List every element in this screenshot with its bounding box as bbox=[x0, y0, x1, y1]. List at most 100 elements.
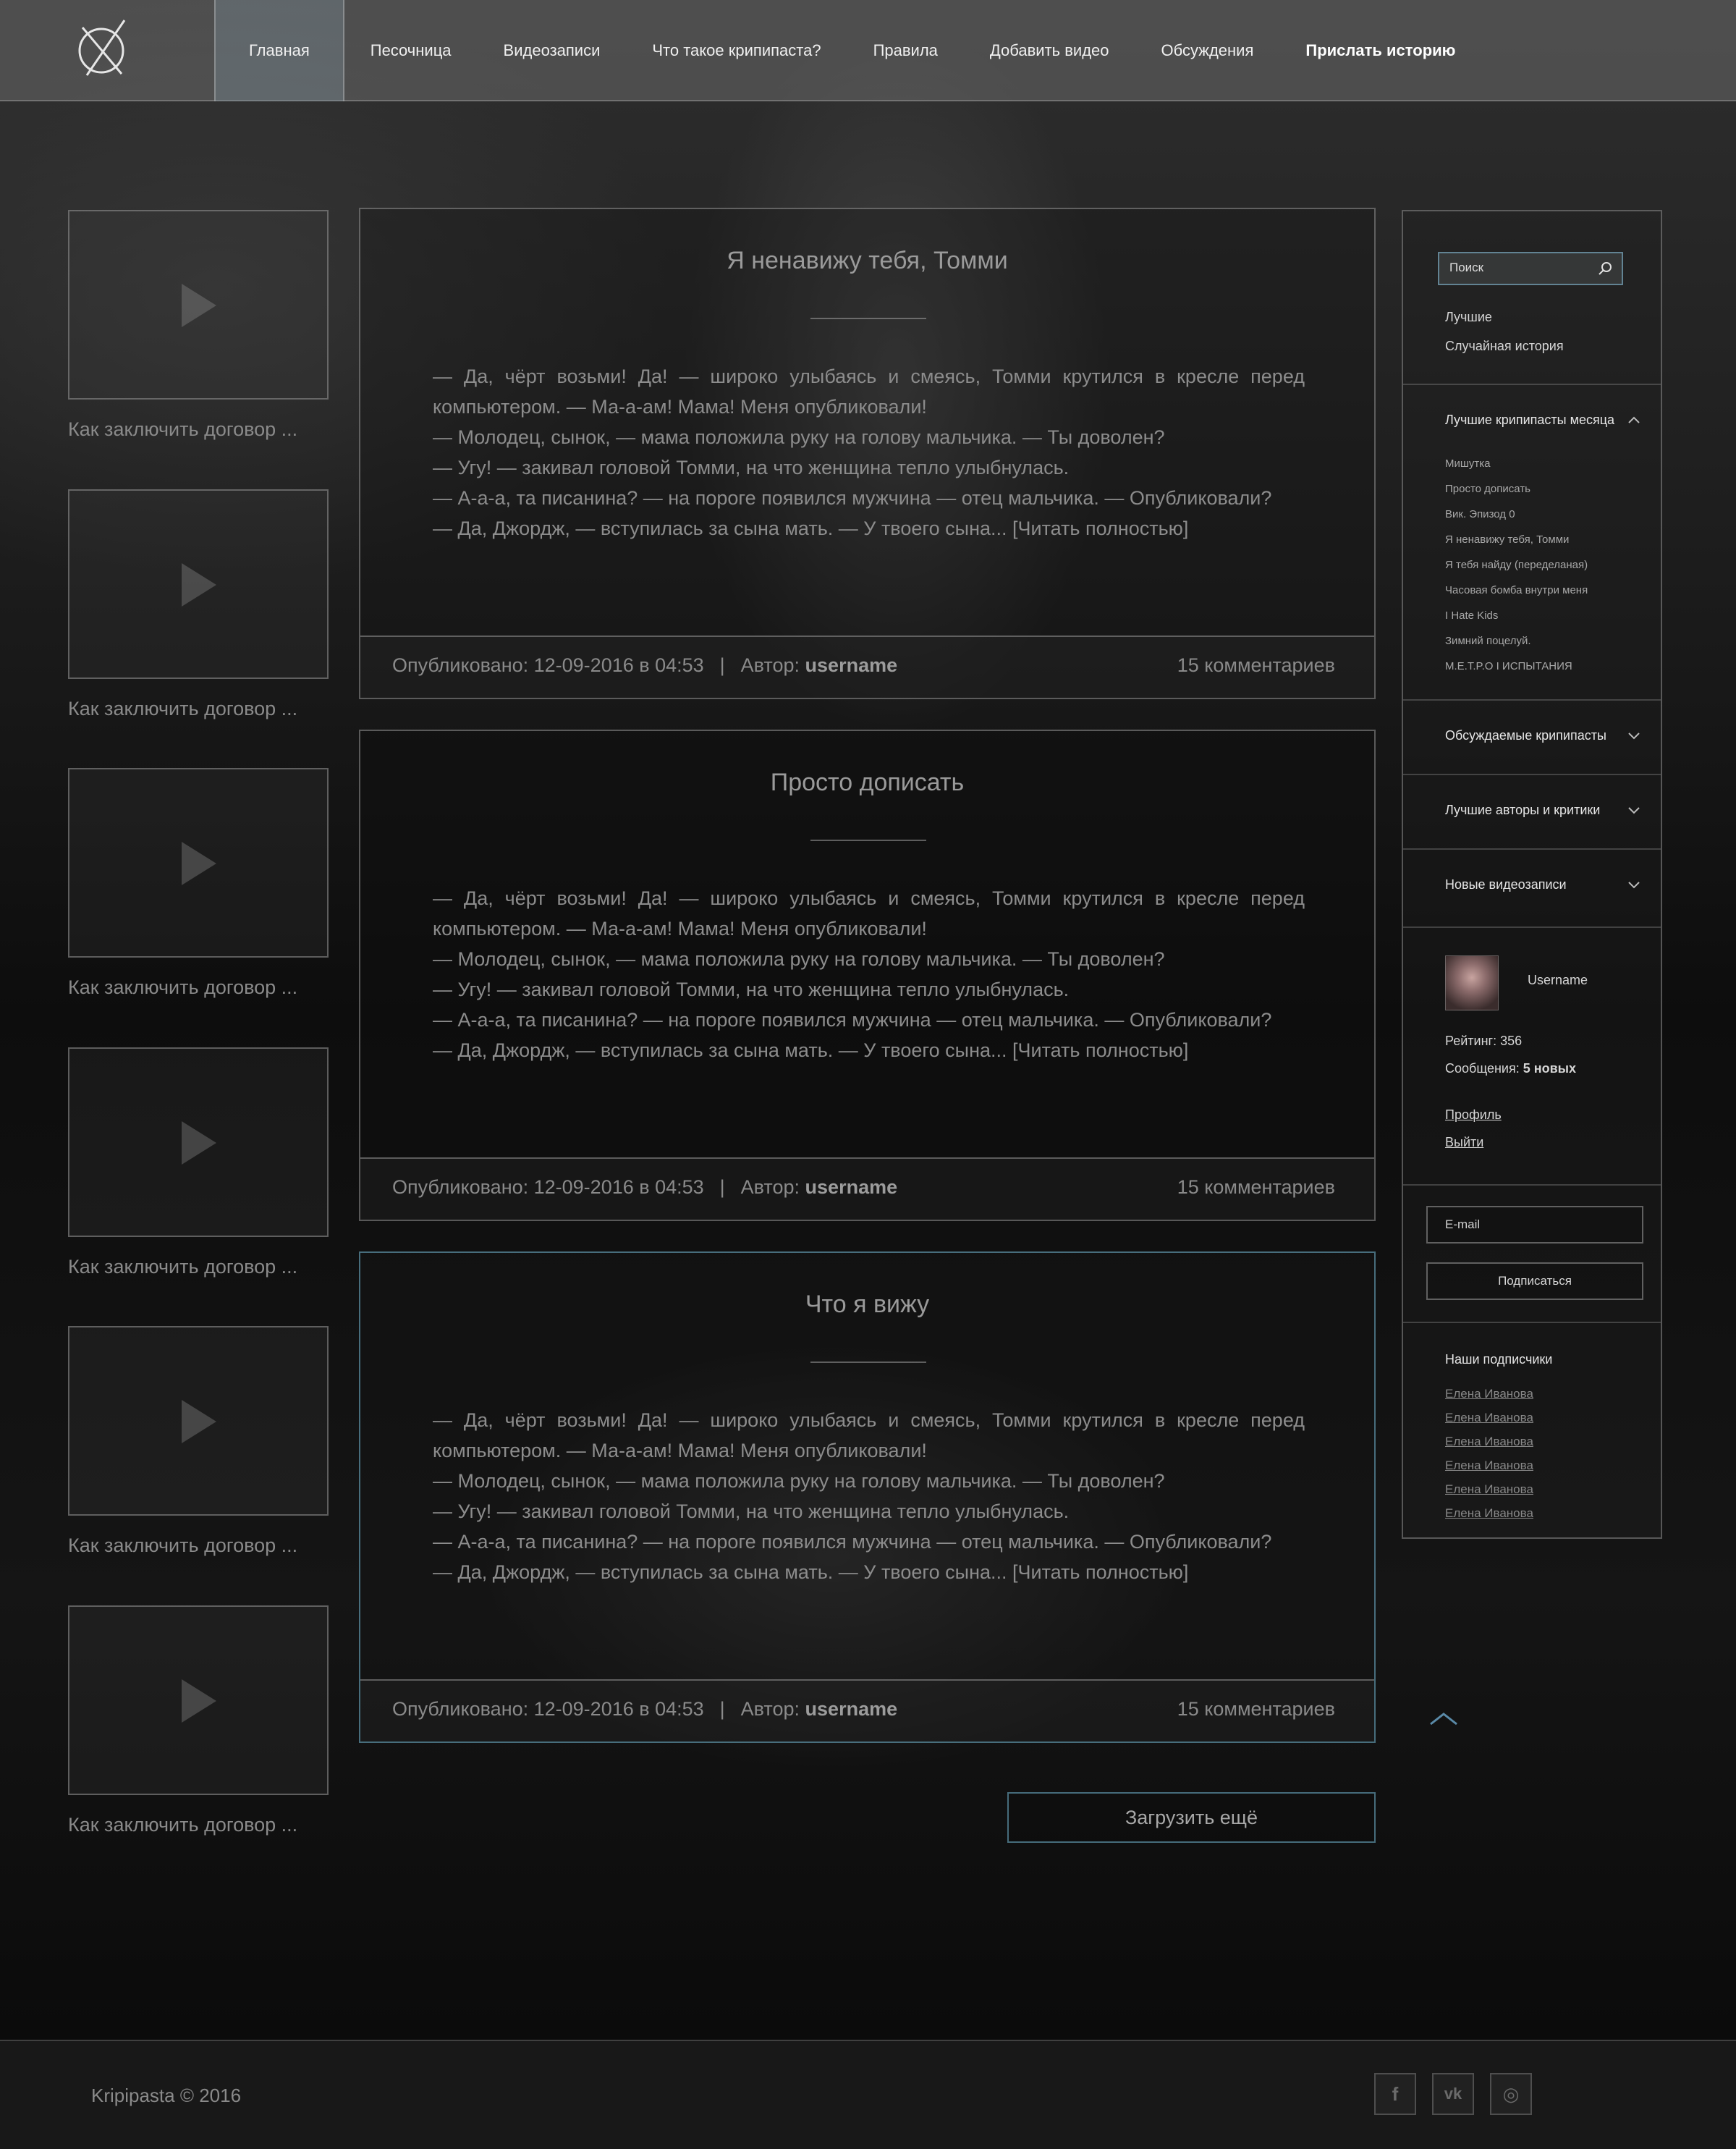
new-videos-heading[interactable]: Новые видеозаписи bbox=[1445, 877, 1567, 892]
post-line: — Да, Джордж, — вступилась за сына мать.… bbox=[433, 1561, 1189, 1583]
nav-item-videos[interactable]: Видеозаписи bbox=[478, 0, 627, 101]
post-line: — Молодец, сынок, — мама положила руку н… bbox=[433, 426, 1165, 448]
post-title[interactable]: Я ненавижу тебя, Томми bbox=[360, 247, 1374, 275]
author-link[interactable]: username bbox=[805, 654, 898, 676]
nav-item-discussions[interactable]: Обсуждения bbox=[1135, 0, 1280, 101]
best-month-item[interactable]: Вик. Эпизод 0 bbox=[1445, 508, 1515, 520]
post-date: Опубликовано: 12-09-2016 в 04:53 bbox=[392, 1176, 704, 1198]
comments-link[interactable]: 15 комментариев bbox=[1177, 1698, 1335, 1721]
chevron-down-icon[interactable] bbox=[1627, 880, 1640, 889]
video-title[interactable]: Как заключить договор ... bbox=[68, 1534, 329, 1557]
best-month-item[interactable]: M.E.T.P.O I ИСПЫТАНИЯ bbox=[1445, 660, 1572, 672]
profile-link[interactable]: Профиль bbox=[1445, 1107, 1502, 1123]
best-month-item[interactable]: Мишутка bbox=[1445, 457, 1491, 470]
subscribe-button[interactable]: Подписаться bbox=[1426, 1262, 1643, 1300]
nav-item-add-video[interactable]: Добавить видео bbox=[964, 0, 1135, 101]
best-month-item[interactable]: Просто дописать bbox=[1445, 483, 1530, 495]
post-meta: Опубликовано: 12-09-2016 в 04:53 | Автор: … bbox=[392, 654, 897, 677]
discussed-heading[interactable]: Обсуждаемые крипипасты bbox=[1445, 728, 1606, 743]
top-navigation: Главная Песочница Видеозаписи Что такое … bbox=[0, 0, 1736, 101]
subscriber-link[interactable]: Елена Иванова bbox=[1445, 1411, 1533, 1425]
chevron-down-icon[interactable] bbox=[1627, 731, 1640, 740]
author-link[interactable]: username bbox=[805, 1176, 898, 1198]
play-icon bbox=[182, 563, 216, 607]
video-thumbnail[interactable] bbox=[68, 1047, 329, 1237]
video-thumbnail[interactable] bbox=[68, 1605, 329, 1795]
video-item: Как заключить договор ... bbox=[68, 1605, 329, 1836]
avatar[interactable] bbox=[1445, 955, 1499, 1010]
best-authors-heading[interactable]: Лучшие авторы и критики bbox=[1445, 803, 1600, 818]
messages-count[interactable]: 5 новых bbox=[1523, 1061, 1576, 1076]
nav-item-home[interactable]: Главная bbox=[214, 0, 344, 101]
post-divider bbox=[810, 318, 926, 319]
sidebar-new-videos-section[interactable]: Новые видеозаписи bbox=[1403, 850, 1661, 928]
best-month-item[interactable]: Часовая бомба внутри меня bbox=[1445, 584, 1588, 596]
sidebar-best-authors-section[interactable]: Лучшие авторы и критики bbox=[1403, 775, 1661, 850]
logout-link[interactable]: Выйти bbox=[1445, 1135, 1483, 1150]
instagram-icon[interactable]: ◎ bbox=[1490, 2073, 1532, 2115]
search-icon[interactable] bbox=[1597, 261, 1613, 276]
scroll-to-top-icon[interactable] bbox=[1429, 1710, 1458, 1727]
post-line: — Да, чёрт возьми! Да! — широко улыбаясь… bbox=[433, 887, 1305, 940]
video-title[interactable]: Как заключить договор ... bbox=[68, 418, 329, 441]
email-field[interactable]: E-mail bbox=[1426, 1206, 1643, 1244]
page-footer: Kripipasta © 2016 f vk ◎ bbox=[0, 2040, 1736, 2149]
best-month-item[interactable]: Зимний поцелуй. bbox=[1445, 635, 1531, 647]
nav-item-submit-story[interactable]: Прислать историю bbox=[1279, 0, 1481, 101]
video-item: Как заключить договор ... bbox=[68, 1326, 329, 1557]
search-placeholder: Поиск bbox=[1449, 261, 1484, 274]
meta-separator: | bbox=[719, 1698, 725, 1720]
subscriber-link[interactable]: Елена Иванова bbox=[1445, 1482, 1533, 1497]
nav-item-rules[interactable]: Правила bbox=[847, 0, 964, 101]
sidebar-user-section: Username Рейтинг: 356 Сообщения: 5 новых… bbox=[1403, 928, 1661, 1186]
load-more-button[interactable]: Загрузить ещё bbox=[1007, 1792, 1376, 1843]
video-title[interactable]: Как заключить договор ... bbox=[68, 1814, 329, 1836]
post-title[interactable]: Что я вижу bbox=[360, 1291, 1374, 1319]
site-logo-icon[interactable] bbox=[74, 16, 132, 80]
post-title[interactable]: Просто дописать bbox=[360, 769, 1374, 797]
search-input[interactable]: Поиск bbox=[1438, 252, 1623, 285]
video-title[interactable]: Как заключить договор ... bbox=[68, 1256, 329, 1278]
sidebar-link-best[interactable]: Лучшие bbox=[1445, 310, 1492, 325]
post-divider bbox=[810, 1361, 926, 1363]
subscriber-link[interactable]: Елена Иванова bbox=[1445, 1387, 1533, 1401]
post-date: Опубликовано: 12-09-2016 в 04:53 bbox=[392, 654, 704, 676]
best-month-heading[interactable]: Лучшие крипипасты месяца bbox=[1445, 413, 1614, 428]
sidebar-link-random-story[interactable]: Случайная история bbox=[1445, 339, 1564, 354]
meta-separator: | bbox=[719, 1176, 725, 1198]
subscriber-link[interactable]: Елена Иванова bbox=[1445, 1435, 1533, 1449]
post-line: — Да, Джордж, — вступилась за сына мать.… bbox=[433, 1039, 1189, 1061]
chevron-down-icon[interactable] bbox=[1627, 806, 1640, 814]
post-footer: Опубликовано: 12-09-2016 в 04:53 | Автор: … bbox=[360, 636, 1374, 698]
video-thumbnail[interactable] bbox=[68, 210, 329, 400]
email-placeholder: E-mail bbox=[1445, 1217, 1481, 1231]
facebook-icon[interactable]: f bbox=[1374, 2073, 1416, 2115]
video-item: Как заключить договор ... bbox=[68, 489, 329, 720]
video-thumbnail[interactable] bbox=[68, 1326, 329, 1516]
video-title[interactable]: Как заключить договор ... bbox=[68, 976, 329, 999]
chevron-up-icon[interactable] bbox=[1627, 415, 1640, 424]
best-month-item[interactable]: Я тебя найду (переделаная) bbox=[1445, 559, 1588, 571]
post-line: — А-а-а, та писанина? — на пороге появил… bbox=[433, 487, 1272, 509]
sidebar-discussed-section[interactable]: Обсуждаемые крипипасты bbox=[1403, 701, 1661, 775]
subscriber-link[interactable]: Елена Иванова bbox=[1445, 1458, 1533, 1473]
best-month-item[interactable]: Я ненавижу тебя, Томми bbox=[1445, 533, 1569, 546]
video-title[interactable]: Как заключить договор ... bbox=[68, 698, 329, 720]
user-name[interactable]: Username bbox=[1528, 973, 1588, 988]
nav-item-sandbox[interactable]: Песочница bbox=[344, 0, 478, 101]
vk-icon[interactable]: vk bbox=[1432, 2073, 1474, 2115]
nav-item-what-is-creepypasta[interactable]: Что такое крипипаста? bbox=[626, 0, 847, 101]
post-meta: Опубликовано: 12-09-2016 в 04:53 | Автор: … bbox=[392, 1176, 897, 1199]
subscriber-link[interactable]: Елена Иванова bbox=[1445, 1506, 1533, 1521]
post-line: — А-а-а, та писанина? — на пороге появил… bbox=[433, 1009, 1272, 1031]
video-thumbnail[interactable] bbox=[68, 768, 329, 958]
post-line: — Да, чёрт возьми! Да! — широко улыбаясь… bbox=[433, 1409, 1305, 1461]
comments-link[interactable]: 15 комментариев bbox=[1177, 654, 1335, 677]
post-card: Что я вижу — Да, чёрт возьми! Да! — широ… bbox=[359, 1251, 1376, 1743]
video-thumbnail[interactable] bbox=[68, 489, 329, 679]
comments-link[interactable]: 15 комментариев bbox=[1177, 1176, 1335, 1199]
play-icon bbox=[182, 1121, 216, 1165]
author-link[interactable]: username bbox=[805, 1698, 898, 1720]
post-excerpt: — Да, чёрт возьми! Да! — широко улыбаясь… bbox=[433, 883, 1305, 1065]
best-month-item[interactable]: I Hate Kids bbox=[1445, 609, 1498, 622]
